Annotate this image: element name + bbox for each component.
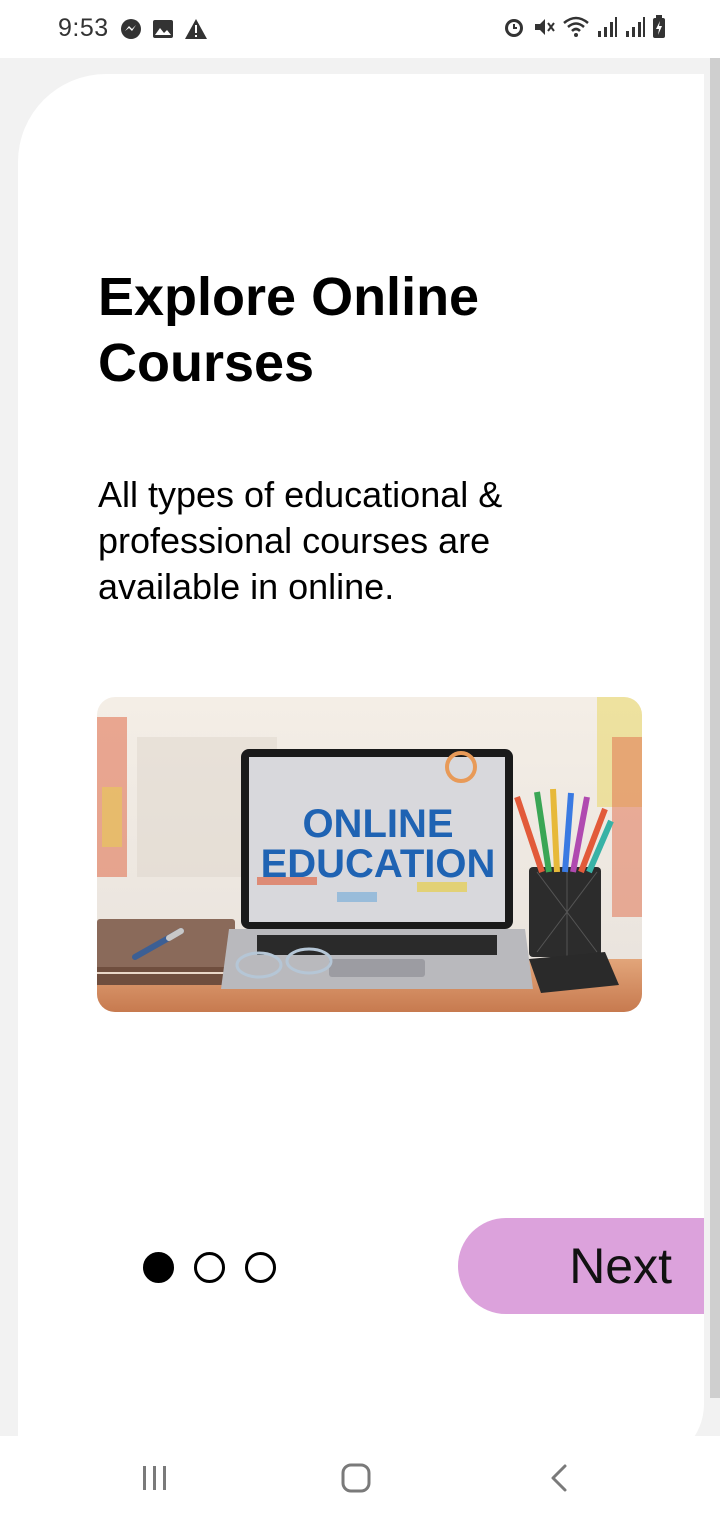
image-icon <box>152 18 174 45</box>
page-dot-2[interactable] <box>194 1252 225 1283</box>
page-subtitle: All types of educational & professional … <box>98 474 503 607</box>
navigation-bar <box>0 1436 720 1520</box>
messenger-icon <box>120 18 142 45</box>
status-time: 9:53 <box>58 14 109 42</box>
page-edge <box>710 58 720 1398</box>
mute-icon <box>532 15 556 44</box>
back-icon[interactable] <box>545 1462 573 1499</box>
page-title: Explore Online Courses <box>98 267 480 393</box>
online-education-illustration: ONLINE EDUCATION <box>97 697 642 1012</box>
recent-apps-icon[interactable] <box>140 1462 170 1499</box>
signal-icon <box>596 15 618 44</box>
page-dot-1[interactable] <box>143 1252 174 1283</box>
battery-charging-icon <box>652 15 666 44</box>
next-button-label: Next <box>569 1238 672 1294</box>
onboarding-card: Explore Online Courses All types of educ… <box>18 74 704 1464</box>
warning-icon <box>184 18 208 45</box>
page-dot-3[interactable] <box>245 1252 276 1283</box>
next-button[interactable]: Next <box>458 1218 704 1314</box>
wifi-icon <box>562 15 590 44</box>
screen-text-education: EDUCATION <box>261 842 496 886</box>
screen-text-online: ONLINE <box>302 802 453 846</box>
status-bar: 9:53 <box>0 0 720 58</box>
illustration-art: ONLINE EDUCATION <box>97 697 642 1012</box>
signal-icon <box>624 15 646 44</box>
home-icon[interactable] <box>340 1462 372 1499</box>
page-indicator <box>143 1252 276 1283</box>
alarm-icon <box>502 15 526 44</box>
